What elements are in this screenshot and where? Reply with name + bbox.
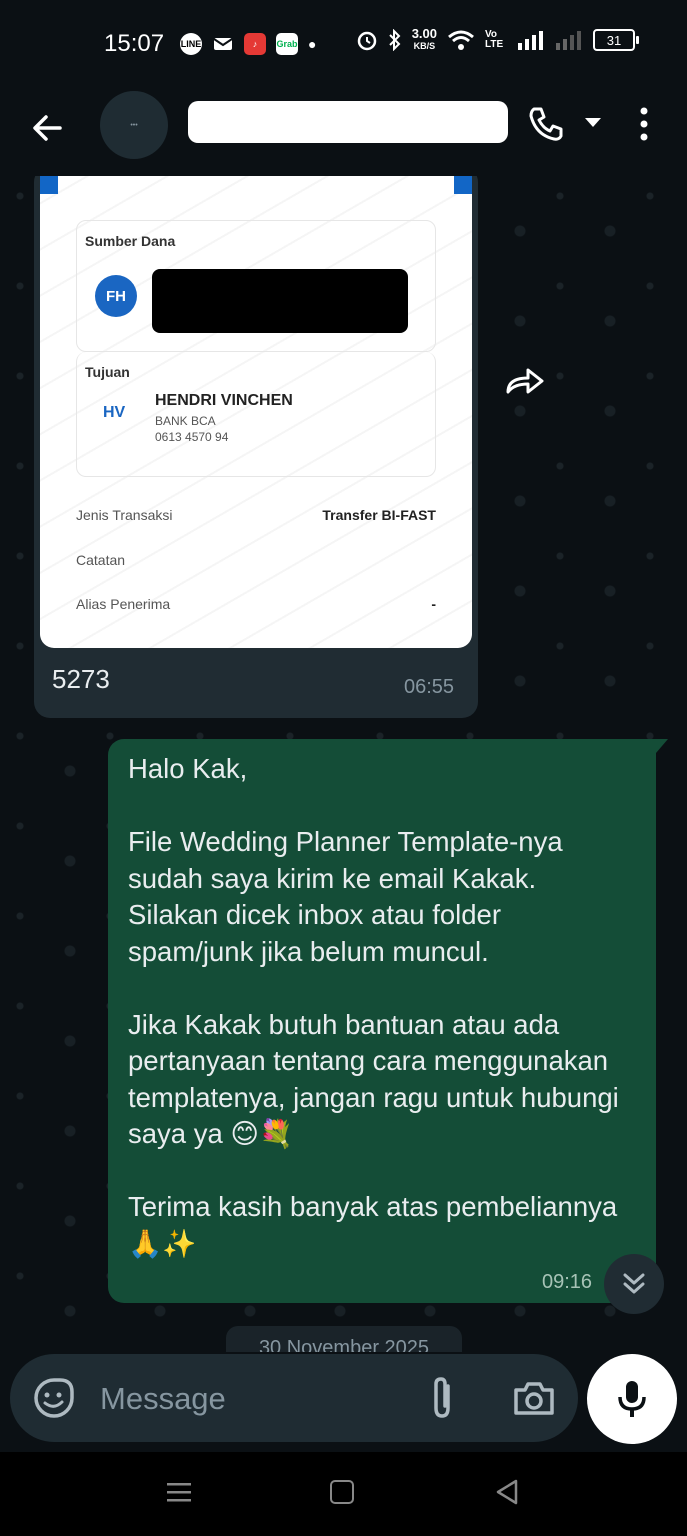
status-bar: 15:07 LINE ♪ Grab ● 3.00 KB/S Vo LTE 31 bbox=[0, 0, 687, 88]
line-app-icon: LINE bbox=[180, 33, 202, 55]
message-text: Halo Kak, File Wedding Planner Template-… bbox=[128, 753, 619, 1259]
music-app-icon: ♪ bbox=[244, 33, 266, 55]
contact-name[interactable] bbox=[188, 101, 508, 143]
home-icon[interactable] bbox=[330, 1480, 354, 1504]
voice-record-button[interactable] bbox=[587, 1354, 677, 1444]
message-time: 06:55 bbox=[404, 676, 455, 698]
source-card: Sumber Dana FH bbox=[76, 220, 436, 352]
message-time: 09:16 bbox=[542, 1271, 593, 1293]
contact-avatar[interactable]: ••• bbox=[100, 91, 168, 159]
mail-icon bbox=[212, 33, 234, 55]
transfer-receipt-image[interactable]: Sumber Dana FH Tujuan HV HENDRI VINCHEN … bbox=[40, 176, 472, 648]
source-label: Sumber Dana bbox=[85, 233, 176, 249]
receiver-account: 0613 4570 94 bbox=[155, 430, 229, 444]
signal-2-icon bbox=[556, 31, 581, 50]
receiver-initials: HV bbox=[103, 404, 126, 421]
camera-icon[interactable] bbox=[512, 1378, 556, 1418]
note-label: Catatan bbox=[76, 552, 126, 568]
microphone-icon bbox=[618, 1381, 646, 1417]
transaction-type-label: Jenis Transaksi bbox=[76, 507, 173, 523]
back-arrow-icon[interactable] bbox=[26, 106, 70, 150]
chat-area[interactable]: Sumber Dana FH Tujuan HV HENDRI VINCHEN … bbox=[0, 176, 687, 1352]
battery-icon: 31 bbox=[593, 29, 639, 51]
destination-card: Tujuan HV HENDRI VINCHEN BANK BCA 0613 4… bbox=[76, 352, 436, 477]
more-notifications-icon: ● bbox=[308, 36, 317, 52]
incoming-message-bubble[interactable]: Sumber Dana FH Tujuan HV HENDRI VINCHEN … bbox=[34, 176, 478, 718]
nav-back-icon[interactable] bbox=[494, 1478, 520, 1506]
forward-icon[interactable] bbox=[500, 356, 550, 406]
phone-icon[interactable] bbox=[526, 104, 566, 144]
grab-app-icon: Grab bbox=[276, 33, 298, 55]
chevron-down-icon[interactable] bbox=[584, 116, 602, 130]
scroll-to-bottom-button[interactable] bbox=[604, 1254, 664, 1314]
outgoing-message-bubble[interactable]: Halo Kak, File Wedding Planner Template-… bbox=[108, 739, 668, 1303]
alarm-icon bbox=[357, 31, 376, 51]
message-input[interactable] bbox=[98, 1376, 402, 1422]
system-icons: 3.00 KB/S Vo LTE 31 bbox=[356, 26, 639, 52]
message-composer bbox=[10, 1354, 578, 1442]
receiver-name: HENDRI VINCHEN bbox=[155, 392, 293, 409]
redacted-sender bbox=[152, 269, 408, 333]
status-time: 15:07 bbox=[104, 30, 165, 57]
receipt-edge-right bbox=[454, 176, 472, 194]
system-nav-bar bbox=[0, 1452, 687, 1536]
alias-label: Alias Penerima bbox=[76, 596, 171, 612]
bluetooth-icon bbox=[388, 29, 401, 51]
receiver-bank: BANK BCA bbox=[155, 414, 216, 428]
volte-icon: Vo LTE bbox=[485, 29, 504, 50]
destination-label: Tujuan bbox=[85, 364, 130, 380]
sender-avatar: FH bbox=[95, 275, 137, 317]
net-speed: 3.00 KB/S bbox=[411, 26, 437, 51]
image-caption: 5273 bbox=[52, 664, 110, 694]
sticker-emoji-icon[interactable] bbox=[32, 1376, 76, 1420]
receipt-edge-left bbox=[40, 176, 58, 194]
transaction-type-value: Transfer BI-FAST bbox=[322, 507, 436, 523]
notification-icons: LINE ♪ Grab ● bbox=[180, 30, 316, 58]
attach-icon[interactable] bbox=[424, 1374, 460, 1422]
wifi-icon bbox=[448, 30, 474, 50]
more-options-icon[interactable] bbox=[634, 106, 654, 142]
chat-header: ••• bbox=[0, 88, 687, 176]
date-divider: 30 November 2025 bbox=[226, 1326, 462, 1352]
double-chevron-down-icon bbox=[623, 1273, 645, 1294]
signal-icon bbox=[518, 31, 543, 50]
recent-apps-icon[interactable] bbox=[166, 1480, 192, 1504]
alias-value: - bbox=[431, 596, 436, 612]
